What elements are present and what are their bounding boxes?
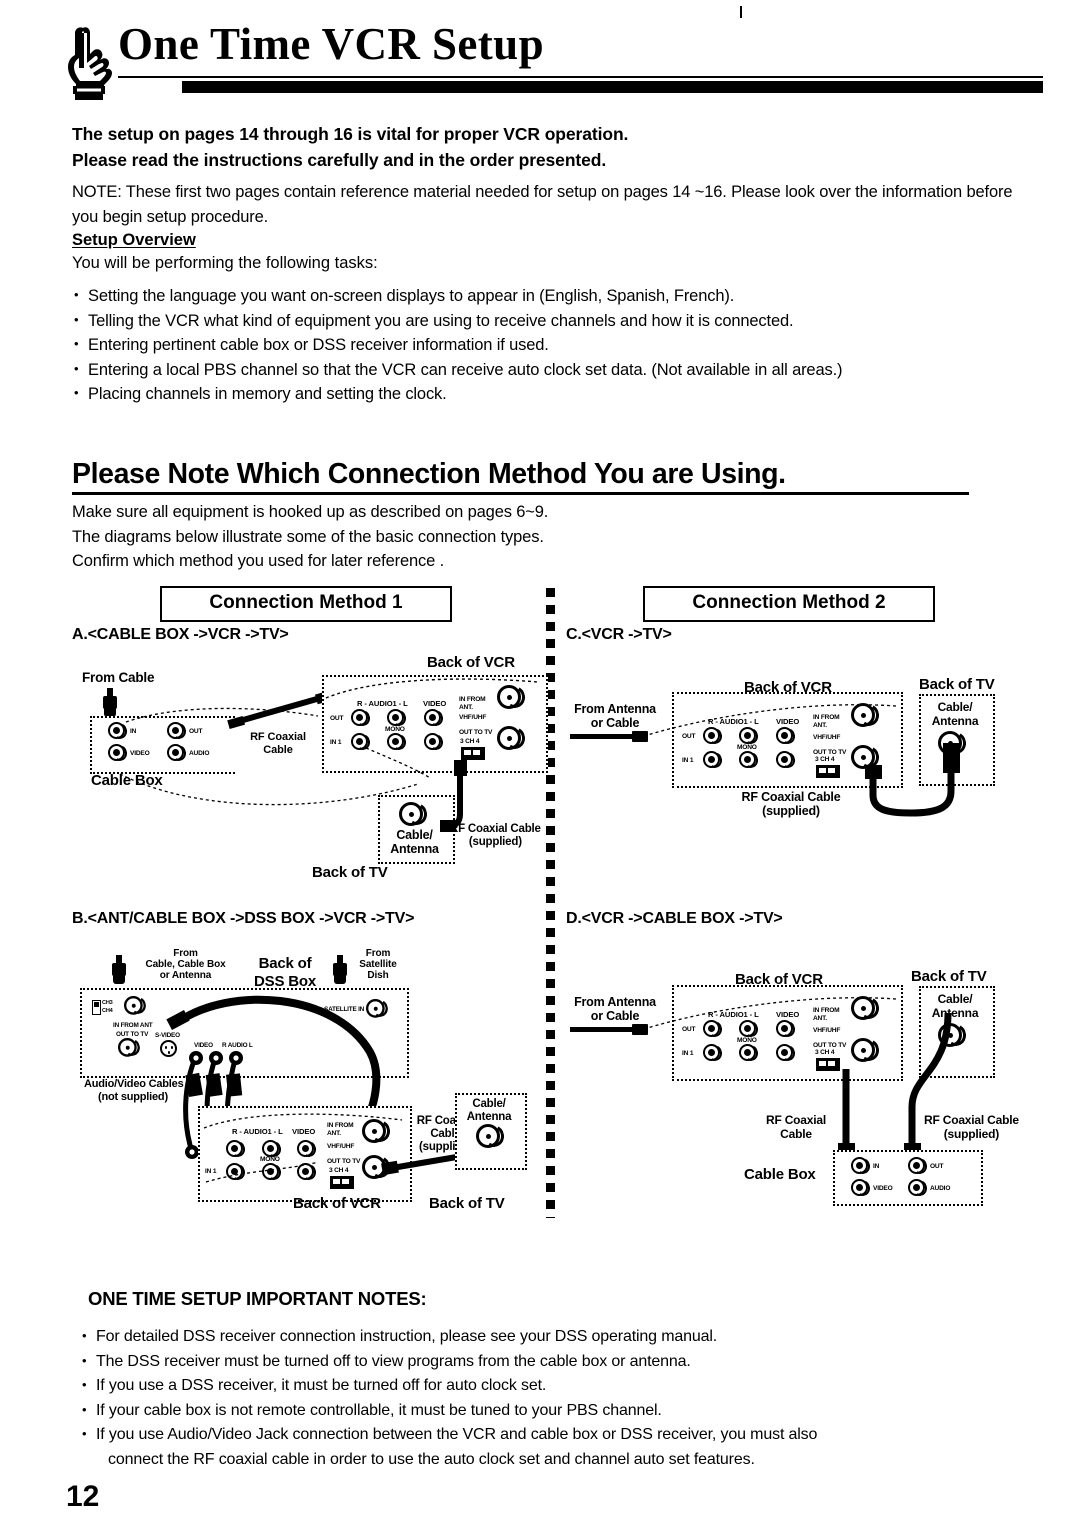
list-item: For detailed DSS receiver connection ins… (80, 1324, 980, 1350)
diagram-d-cable-box-audio-label: AUDIO (930, 1185, 951, 1192)
rca-jack-icon (776, 1018, 798, 1039)
coax-port-icon (851, 994, 882, 1022)
rca-jack-icon (851, 1177, 873, 1198)
important-notes-list: For detailed DSS receiver connection ins… (80, 1324, 980, 1472)
list-item: If your cable box is not remote controll… (80, 1398, 980, 1424)
page-number: 12 (66, 1480, 100, 1513)
coax-port-icon (851, 1036, 882, 1064)
list-item-continuation: connect the RF coaxial cable in order to… (108, 1450, 755, 1468)
diagram-d-vcr-in-from-ant-label: IN FROM ANT. (813, 1007, 840, 1022)
manual-page: One Time VCR Setup The setup on pages 14… (0, 0, 1080, 1535)
diagram-d-vcr-vhf-uhf-label: VHF/UHF (813, 1027, 841, 1034)
diagram-d-back-of-tv-label: Back of TV (911, 968, 987, 985)
rca-jack-icon (776, 1042, 798, 1063)
rca-jack-icon (739, 1042, 761, 1063)
diagram-d-supplied-cable-label: RF Coaxial Cable (supplied) (924, 1113, 1019, 1141)
list-item: The DSS receiver must be turned off to v… (80, 1349, 980, 1375)
diagram-d-tv-jack-label: Cable/ Antenna (931, 992, 979, 1020)
rca-jack-icon (908, 1177, 930, 1198)
diagram-d-cable-box-out-label: OUT (930, 1163, 944, 1170)
diagram-d-cable-box-in-label: IN (873, 1163, 880, 1170)
important-notes-heading: ONE TIME SETUP IMPORTANT NOTES: (88, 1288, 427, 1309)
diagram-d-vcr-video-label: VIDEO (776, 1010, 800, 1019)
list-item: If you use a DSS receiver, it must be tu… (80, 1373, 980, 1399)
diagram-d-vcr-in1-label: IN 1 (682, 1050, 694, 1057)
rca-jack-icon (908, 1155, 930, 1176)
rca-jack-icon (851, 1155, 873, 1176)
diagram-d-vcr-audio-label: R - AUDIO1 - L (708, 1010, 759, 1019)
rca-jack-icon (703, 1018, 725, 1039)
coax-lead-icon (570, 1024, 648, 1035)
list-item: If you use Audio/Video Jack connection b… (80, 1422, 980, 1448)
diagram-d-vcr-ch-switch-label: 3 CH 4 (815, 1049, 835, 1056)
diagram-d-rf-cable-label: RF Coaxial Cable (765, 1113, 827, 1141)
diagram-d-cable-box-label: Cable Box (744, 1166, 816, 1183)
rca-jack-icon (703, 1042, 725, 1063)
diagram-d-cable-box-video-label: VIDEO (873, 1185, 893, 1192)
rca-jack-icon (739, 1018, 761, 1039)
diagram-d-vcr-out-label: OUT (682, 1026, 696, 1033)
